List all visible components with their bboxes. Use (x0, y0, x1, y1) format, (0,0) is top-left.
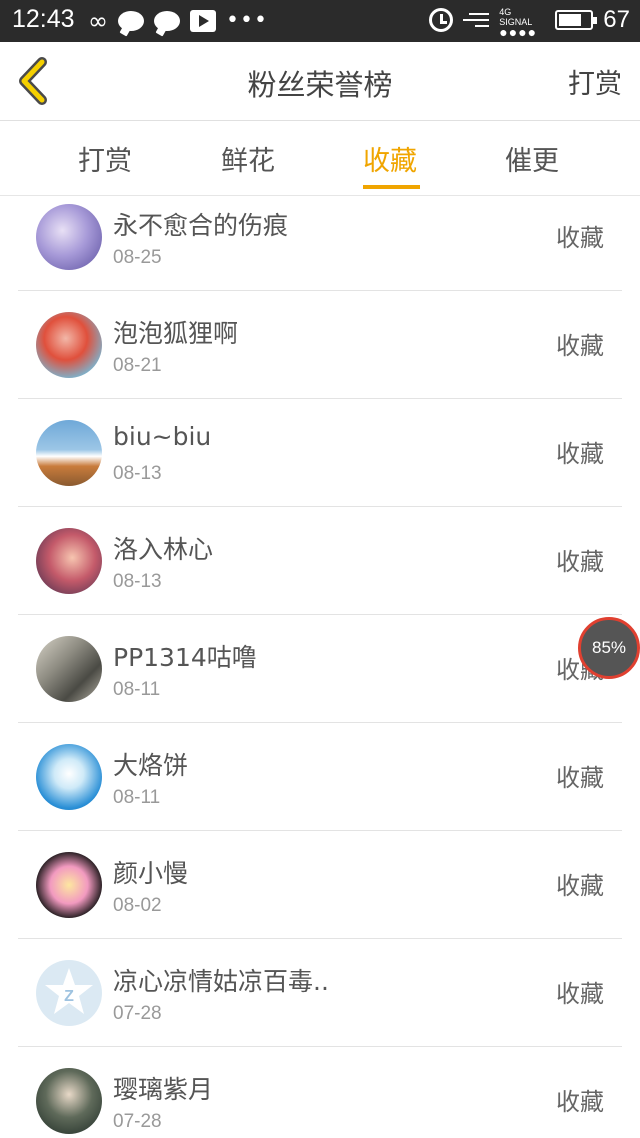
list-item-name: 颜小慢 (113, 859, 189, 888)
list-item[interactable]: 颜小慢 08-02 收藏 (18, 831, 622, 939)
default-avatar-icon: Z (45, 968, 93, 1014)
status-time: 12:43 (12, 5, 75, 33)
list-item-action: 收藏 (556, 332, 604, 360)
alarm-icon (429, 8, 454, 32)
tab-urge[interactable]: 催更 (505, 139, 559, 178)
list-item[interactable]: 永不愈合的伤痕 08-25 收藏 (18, 196, 622, 291)
battery-level: 67 (603, 6, 630, 33)
list-item-date: 08-13 (113, 463, 162, 484)
avatar (36, 312, 102, 378)
list-item[interactable]: 洛入林心 08-13 收藏 (18, 507, 622, 615)
list-item[interactable]: 泡泡狐狸啊 08-21 收藏 (18, 291, 622, 399)
avatar (36, 636, 102, 702)
system-icons: 4G SIGNAL ●●●● 67 (429, 6, 630, 40)
signal-icon: 4G SIGNAL ●●●● (499, 7, 538, 40)
chat-bubble-icon (154, 11, 180, 31)
list-item-date: 08-11 (113, 679, 161, 700)
network-label: 4G (499, 7, 512, 17)
app-header: 粉丝荣誉榜 打赏 (0, 42, 640, 121)
list-item-name: 洛入林心 (113, 535, 214, 564)
list-item-action: 收藏 (556, 224, 604, 252)
list-item-action: 收藏 (556, 764, 604, 792)
fan-list[interactable]: 永不愈合的伤痕 08-25 收藏 泡泡狐狸啊 08-21 收藏 biu~biu … (0, 196, 640, 1138)
list-item-name: 大烙饼 (113, 751, 189, 780)
avatar (36, 528, 102, 594)
list-item-name: biu~biu (113, 422, 212, 451)
battery-icon (555, 10, 598, 30)
tip-button[interactable]: 打赏 (568, 62, 622, 101)
avatar: Z (36, 960, 102, 1026)
list-item-date: 08-21 (113, 355, 162, 376)
active-tab-indicator (363, 185, 420, 189)
avatar (36, 420, 102, 486)
list-item-name: 璎璃紫月 (113, 1075, 214, 1104)
infinity-icon: ∞ (88, 7, 108, 35)
list-item-action: 收藏 (556, 980, 604, 1008)
list-item-date: 08-25 (113, 247, 162, 268)
list-item[interactable]: Z 凉心凉情姑凉百毒.. 07-28 收藏 (18, 939, 622, 1047)
data-icon (463, 9, 490, 31)
list-item-name: 泡泡狐狸啊 (113, 319, 239, 348)
list-item[interactable]: biu~biu 08-13 收藏 (18, 399, 622, 507)
list-item-date: 08-02 (113, 895, 162, 916)
list-item-action: 收藏 (556, 548, 604, 576)
list-item-action: 收藏 (556, 872, 604, 900)
more-dots-icon: ••• (226, 8, 268, 33)
tab-tip[interactable]: 打赏 (78, 139, 132, 178)
status-bar: 12:43 ∞ ••• 4G SIGNAL ●●●● 67 (0, 0, 640, 42)
list-item-name: 永不愈合的伤痕 (113, 211, 289, 240)
tab-bar: 打赏 鲜花 收藏 催更 (0, 121, 640, 196)
list-item[interactable]: 璎璃紫月 07-28 收藏 (18, 1047, 622, 1138)
list-item-date: 08-13 (113, 571, 162, 592)
tab-collect[interactable]: 收藏 (363, 139, 417, 178)
page-title: 粉丝荣誉榜 (247, 68, 393, 102)
list-item-action: 收藏 (556, 1088, 604, 1116)
list-item-date: 07-28 (113, 1003, 162, 1024)
list-item[interactable]: PP1314咕噜 08-11 收藏 (18, 615, 622, 723)
avatar (36, 204, 102, 270)
play-icon (190, 10, 216, 32)
memory-boost-badge[interactable]: 85% (578, 617, 640, 679)
chat-bubble-icon (118, 11, 144, 31)
avatar (36, 852, 102, 918)
list-item-name: 凉心凉情姑凉百毒.. (113, 967, 329, 996)
list-item-name: PP1314咕噜 (113, 643, 257, 672)
avatar (36, 744, 102, 810)
list-item-action: 收藏 (556, 440, 604, 468)
list-item[interactable]: 大烙饼 08-11 收藏 (18, 723, 622, 831)
list-item-date: 07-28 (113, 1111, 162, 1132)
tab-flowers[interactable]: 鲜花 (221, 139, 275, 178)
notification-icons: ∞ ••• (88, 7, 268, 35)
avatar (36, 1068, 102, 1134)
list-item-date: 08-11 (113, 787, 161, 808)
svg-text:Z: Z (64, 988, 74, 1005)
